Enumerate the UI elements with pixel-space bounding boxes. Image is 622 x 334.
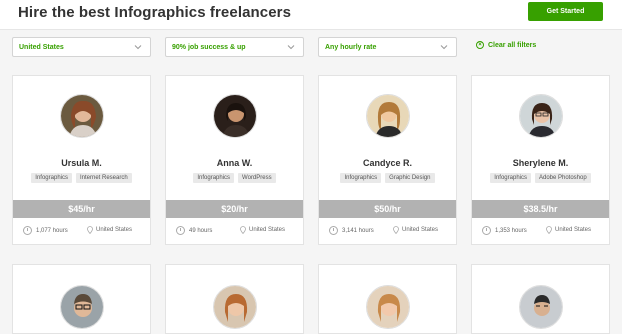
skill-tags: Infographics Adobe Photoshop xyxy=(472,173,609,183)
get-started-button[interactable]: Get Started xyxy=(528,2,603,21)
skill-tag[interactable]: Adobe Photoshop xyxy=(534,173,591,183)
clock-icon xyxy=(329,226,338,235)
hourly-rate-filter[interactable]: Any hourly rate xyxy=(318,37,457,57)
skill-tag[interactable]: Graphic Design xyxy=(385,173,435,183)
chevron-down-icon xyxy=(134,45,142,50)
hours-worked: 1,353 hours xyxy=(495,227,527,234)
freelancer-name[interactable]: Anna W. xyxy=(166,158,303,168)
clear-filters-label: Clear all filters xyxy=(488,41,537,49)
freelancer-name[interactable]: Candyce R. xyxy=(319,158,456,168)
avatar xyxy=(519,94,563,138)
freelancer-name[interactable]: Ursula M. xyxy=(13,158,150,168)
country-filter-label: United States xyxy=(19,43,64,51)
freelancer-name[interactable]: Sherylene M. xyxy=(472,158,609,168)
hours-worked: 1,077 hours xyxy=(36,227,68,234)
location: United States xyxy=(96,227,133,233)
location: United States xyxy=(249,227,286,233)
avatar xyxy=(60,285,104,329)
job-success-filter[interactable]: 90% job success & up xyxy=(165,37,304,57)
avatar xyxy=(366,94,410,138)
avatar xyxy=(213,285,257,329)
map-pin-icon xyxy=(393,226,399,234)
map-pin-icon xyxy=(546,226,552,234)
skill-tags: Infographics WordPress xyxy=(166,173,303,183)
skill-tag[interactable]: WordPress xyxy=(238,173,276,183)
hourly-rate: $20/hr xyxy=(166,200,303,218)
hourly-rate: $45/hr xyxy=(13,200,150,218)
freelancer-card[interactable]: Sherylene M. Infographics Adobe Photosho… xyxy=(471,75,610,245)
hours-worked: 49 hours xyxy=(189,227,213,234)
chevron-down-icon xyxy=(287,45,295,50)
skill-tag[interactable]: Internet Research xyxy=(75,173,132,183)
country-filter[interactable]: United States xyxy=(12,37,151,57)
filter-bar: United States 90% job success & up Any h… xyxy=(0,31,622,65)
page-header: Hire the best Infographics freelancers G… xyxy=(0,0,622,30)
clock-icon xyxy=(482,226,491,235)
clock-icon xyxy=(23,226,32,235)
avatar xyxy=(519,285,563,329)
location: United States xyxy=(555,227,592,233)
job-success-filter-label: 90% job success & up xyxy=(172,43,246,51)
skill-tag[interactable]: Infographics xyxy=(31,173,72,183)
skill-tag[interactable]: Infographics xyxy=(193,173,235,183)
skill-tag[interactable]: Infographics xyxy=(490,173,531,183)
skill-tag[interactable]: Infographics xyxy=(340,173,382,183)
avatar xyxy=(366,285,410,329)
map-pin-icon xyxy=(240,226,246,234)
avatar xyxy=(213,94,257,138)
clock-icon xyxy=(176,226,185,235)
hourly-rate: $50/hr xyxy=(319,200,456,218)
chevron-down-icon xyxy=(440,45,448,50)
avatar xyxy=(60,94,104,138)
freelancer-card[interactable]: Anna W. Infographics WordPress $20/hr 49… xyxy=(165,75,304,245)
close-circle-icon: × xyxy=(476,41,484,49)
hourly-rate: $38.5/hr xyxy=(472,200,609,218)
skill-tags: Infographics Graphic Design xyxy=(319,173,456,183)
page-title: Hire the best Infographics freelancers xyxy=(18,4,292,21)
location: United States xyxy=(402,227,439,233)
map-pin-icon xyxy=(87,226,93,234)
hours-worked: 3,141 hours xyxy=(342,227,374,234)
skill-tags: Infographics Internet Research xyxy=(13,173,150,183)
freelancer-card[interactable]: Ursula M. Infographics Internet Research… xyxy=(12,75,151,245)
clear-filters-link[interactable]: × Clear all filters xyxy=(476,41,536,49)
hourly-rate-filter-label: Any hourly rate xyxy=(325,43,377,51)
freelancer-card[interactable]: Candyce R. Infographics Graphic Design $… xyxy=(318,75,457,245)
